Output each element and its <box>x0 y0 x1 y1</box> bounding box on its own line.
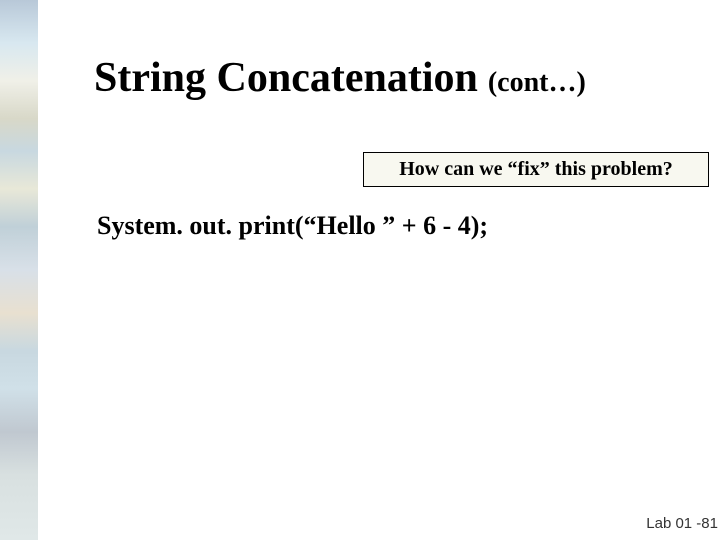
callout-box: How can we “fix” this problem? <box>363 152 709 187</box>
footer-text: Lab 01 -81 <box>646 515 718 532</box>
footer-label: Lab 01 -81 <box>646 515 718 532</box>
title-main: String Concatenation <box>94 54 478 102</box>
callout-text: How can we “fix” this problem? <box>399 158 673 181</box>
code-line: System. out. print(“Hello ” + 6 - 4); <box>97 211 488 241</box>
title-sub: (cont…) <box>488 67 586 99</box>
code-text: System. out. print(“Hello ” + 6 - 4); <box>97 211 488 240</box>
slide-title: String Concatenation (cont…) <box>94 54 586 102</box>
slide-content: String Concatenation (cont…) How can we … <box>0 0 720 540</box>
